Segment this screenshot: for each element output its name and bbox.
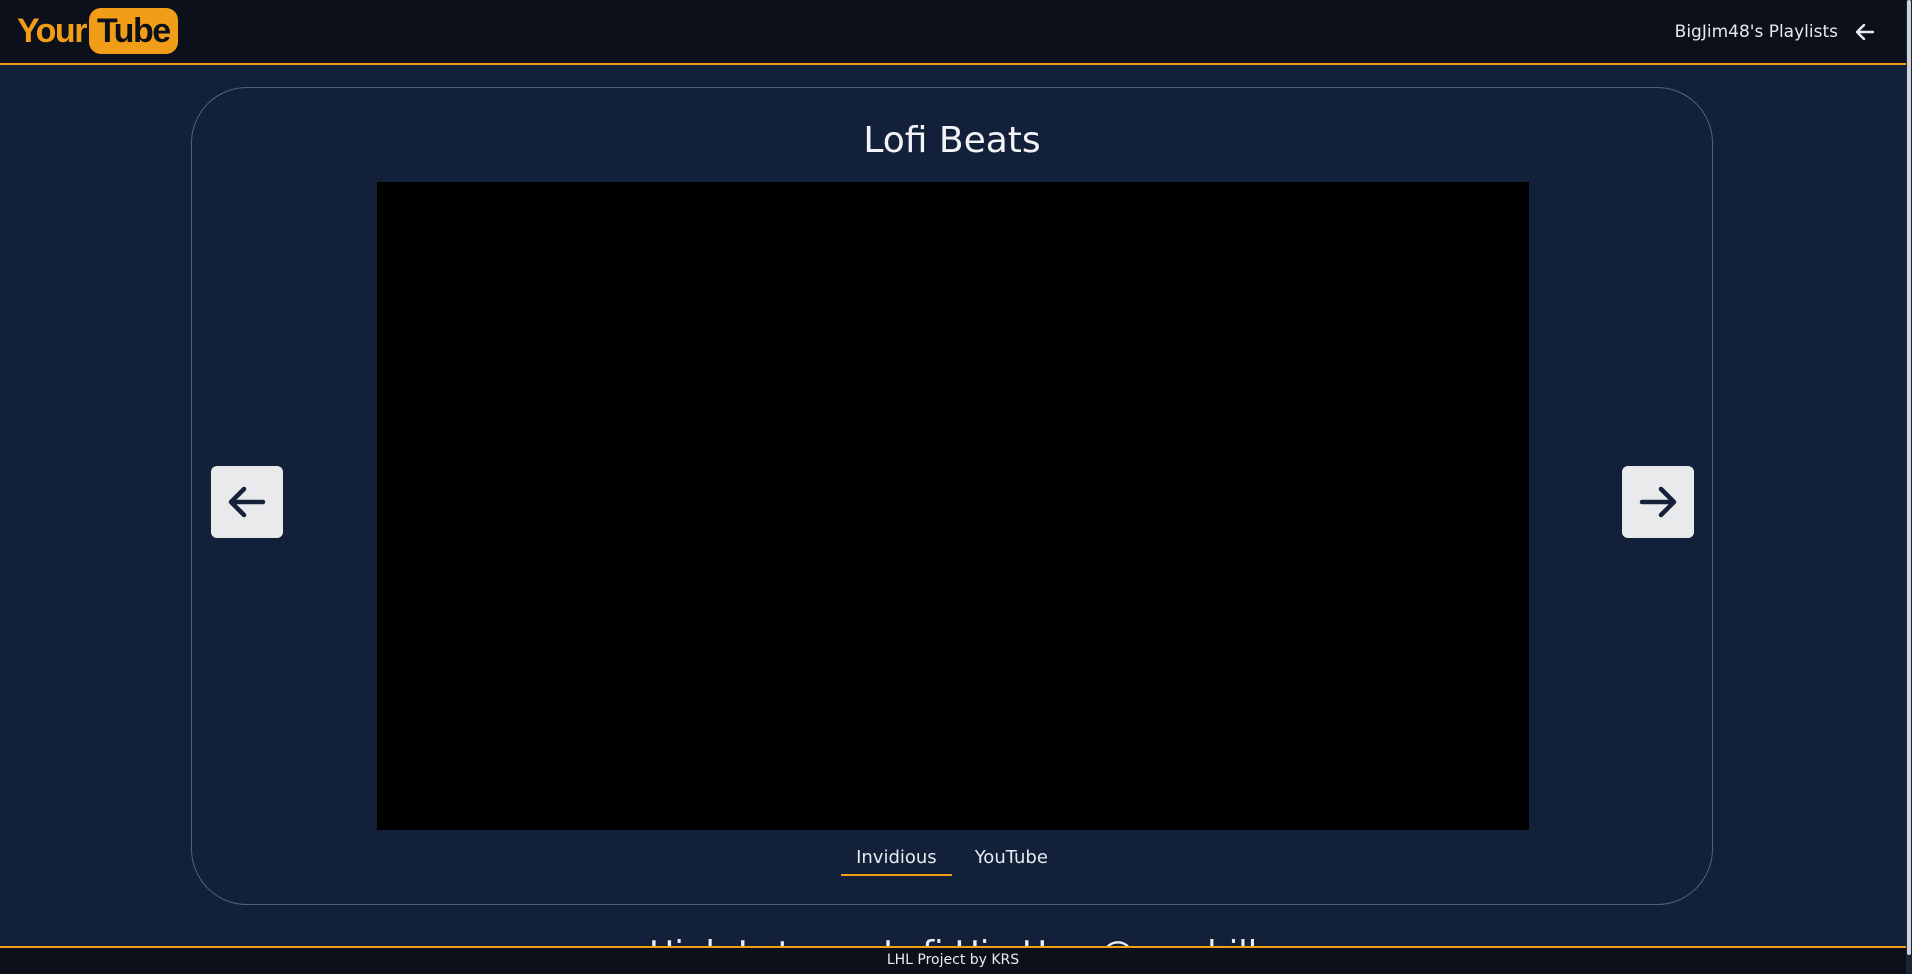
page-scrollbar[interactable] [1906,0,1912,972]
playlist-title: Lofi Beats [863,120,1041,161]
arrow-left-icon [228,486,266,518]
nav-right: BigJim48's Playlists [1675,0,1876,63]
tab-youtube[interactable]: YouTube [960,843,1063,876]
tab-invidious[interactable]: Invidious [841,843,952,876]
user-playlists-link[interactable]: BigJim48's Playlists [1675,22,1838,42]
next-video-button[interactable] [1622,466,1694,538]
footer-credit: LHL Project by KRS [886,952,1020,968]
scrollbar-thumb[interactable] [1907,0,1911,955]
source-tabs: Invidious YouTube [192,843,1712,876]
player-card: Lofi Beats Invidious YouTube [191,87,1713,905]
logo-your: Your [17,11,87,50]
previous-video-button[interactable] [211,466,283,538]
footer: LHL Project by KRS [0,946,1906,974]
logo-tube: Tube [88,8,178,54]
yourtube-logo[interactable]: Your Tube [17,8,178,54]
arrow-right-icon [1639,486,1677,518]
top-navbar: Your Tube BigJim48's Playlists [0,0,1906,65]
video-player[interactable] [377,182,1529,830]
back-icon[interactable] [1854,21,1876,43]
